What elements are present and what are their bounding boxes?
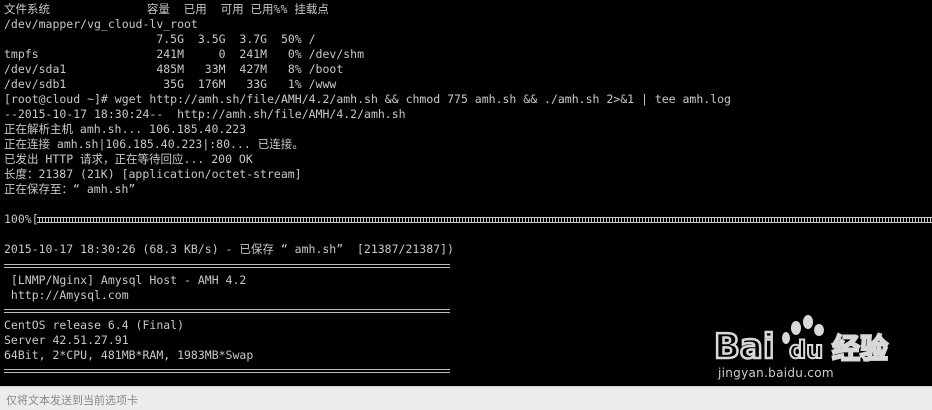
terminal-line: 长度：21387 (21K) [application/octet-stream… <box>4 167 302 181</box>
terminal-line: 7.5G 3.5G 3.7G 50% / <box>4 32 316 46</box>
terminal-line: 已发出 HTTP 请求，正在等待回应... 200 OK <box>4 152 253 166</box>
svg-text:du: du <box>789 336 823 364</box>
terminal-line: 正在连接 amh.sh|106.185.40.223|:80... 已连接。 <box>4 137 304 151</box>
terminal-line: /dev/sdb1 35G 176M 33G 1% /www <box>4 77 337 91</box>
terminal-command-line: [root@cloud ~]# wget http://amh.sh/file/… <box>4 92 731 106</box>
terminal-line: /dev/sda1 485M 33M 427M 8% /boot <box>4 62 344 76</box>
terminal-line: 正在保存至：“ amh.sh” <box>4 182 136 196</box>
terminal-line: [LNMP/Nginx] Amysql Host - AMH 4.2 <box>4 273 247 287</box>
terminal-line: /dev/mapper/vg_cloud-lv_root <box>4 17 198 31</box>
send-text-input-bar[interactable]: 仅将文本发送到当前选项卡 <box>0 386 932 410</box>
baidu-paw-logo-icon: Bai 经验 du <box>713 315 889 364</box>
terminal-line: tmpfs 241M 0 241M 0% /dev/shm <box>4 47 365 61</box>
separator-rule <box>4 369 450 373</box>
progress-label: 100%[ <box>4 212 39 226</box>
separator-rule <box>4 309 450 313</box>
terminal-line: CentOS release 6.4 (Final) <box>4 318 185 332</box>
terminal-line: 2015-10-17 18:30:26 (68.3 KB/s) - 已保存 “ … <box>4 242 454 256</box>
terminal-line: 文件系统 容量 已用 可用 已用%% 挂载点 <box>4 2 329 16</box>
watermark-url: jingyan.baidu.com <box>718 366 834 380</box>
terminal-line: 正在解析主机 amh.sh... 106.185.40.223 <box>4 122 247 136</box>
baidu-jingyan-watermark: Bai 经验 du jingyan.baidu.com <box>712 312 892 384</box>
terminal-line: http://Amysql.com <box>4 288 129 302</box>
svg-text:经验: 经验 <box>832 332 888 364</box>
download-progress-bar <box>37 217 932 223</box>
terminal-line: Server 42.51.27.91 <box>4 333 129 347</box>
terminal-output[interactable]: 文件系统 容量 已用 可用 已用%% 挂载点 /dev/mapper/vg_cl… <box>0 0 932 386</box>
separator-rule <box>4 264 450 268</box>
terminal-line: 64Bit, 2*CPU, 481MB*RAM, 1983MB*Swap <box>4 348 254 362</box>
terminal-line: --2015-10-17 18:30:24-- http://amh.sh/fi… <box>4 107 406 121</box>
input-hint-text: 仅将文本发送到当前选项卡 <box>6 394 138 407</box>
svg-text:Bai: Bai <box>714 327 775 364</box>
